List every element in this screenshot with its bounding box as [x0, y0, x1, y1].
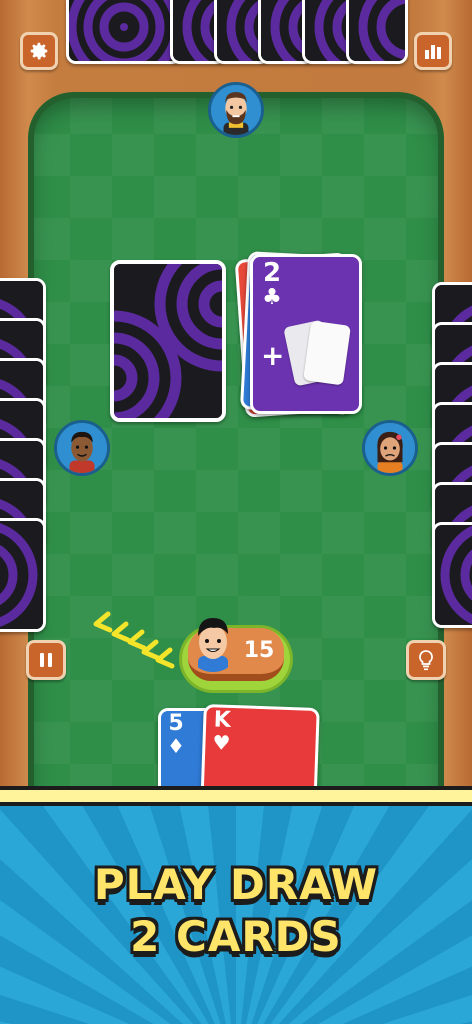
pause-button[interactable] [26, 640, 66, 680]
opponent-top-avatar [208, 82, 264, 138]
draw-pile[interactable] [110, 260, 226, 422]
pause-icon [40, 653, 52, 667]
settings-button[interactable] [20, 32, 58, 70]
player-avatar [186, 612, 240, 672]
card-back [346, 0, 408, 64]
stats-button[interactable] [414, 32, 452, 70]
banner-headline-line2: 2 CARDS [130, 912, 342, 961]
opponent-right-avatar [362, 420, 418, 476]
bar-chart-icon [425, 45, 441, 59]
banner-headline-line1: PLAY DRAW [93, 860, 379, 909]
club-suit-icon: ♣ [262, 285, 282, 310]
draw-card-icon [303, 320, 351, 386]
heart-suit-icon: ♥ [212, 730, 231, 755]
turn-direction-arrows-icon [93, 611, 175, 669]
discard-top-card: 2 ♣ + [250, 254, 362, 414]
gear-icon [30, 42, 48, 60]
lightbulb-icon [419, 650, 433, 671]
diamond-suit-icon: ♦ [167, 734, 185, 758]
player-card-count: 15 [243, 638, 275, 663]
opponent-left-avatar [54, 420, 110, 476]
banner-divider [0, 786, 472, 806]
discard-rank: 2 [262, 258, 282, 288]
plus-sign: + [261, 339, 285, 372]
card-back [0, 518, 46, 632]
hint-button[interactable] [406, 640, 446, 680]
card-back [66, 0, 182, 64]
card-back [432, 522, 472, 628]
